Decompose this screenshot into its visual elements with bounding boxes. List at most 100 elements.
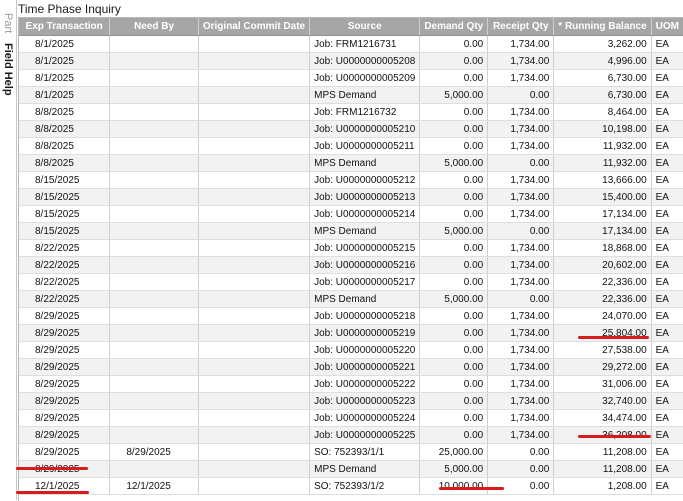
cell-exp-transaction[interactable]: 8/22/2025 [19, 239, 111, 257]
field-help-tab[interactable]: Field Help [0, 40, 16, 98]
cell-running-balance[interactable]: 17,134.00 [553, 205, 652, 223]
cell-exp-transaction[interactable]: 8/15/2025 [19, 188, 111, 206]
cell-receipt-qty[interactable]: 1,734.00 [487, 358, 555, 376]
cell-running-balance[interactable]: 4,996.00 [553, 52, 652, 70]
cell-uom[interactable]: EA [651, 69, 683, 87]
cell-uom[interactable]: EA [651, 222, 683, 240]
cell-original-commit-date[interactable] [198, 52, 311, 70]
cell-source[interactable]: Job: U0000000005223 [309, 392, 421, 410]
cell-original-commit-date[interactable] [198, 256, 311, 274]
cell-exp-transaction[interactable]: 8/8/2025 [19, 103, 111, 121]
cell-source[interactable]: Job: U0000000005220 [309, 341, 421, 359]
cell-running-balance[interactable]: 17,134.00 [553, 222, 652, 240]
cell-uom[interactable]: EA [651, 205, 683, 223]
cell-demand-qty[interactable]: 0.00 [419, 171, 489, 189]
cell-demand-qty[interactable]: 0.00 [419, 392, 489, 410]
cell-exp-transaction[interactable]: 8/29/2025 [19, 443, 111, 461]
table-row[interactable]: 8/8/2025 MPS Demand 5,000.00 0.00 11,932.00 E… [19, 154, 683, 172]
table-row[interactable]: 8/22/2025 MPS Demand 5,000.00 0.00 22,336.00… [19, 290, 683, 308]
cell-uom[interactable]: EA [651, 375, 683, 393]
part-tab[interactable]: Part [0, 8, 16, 38]
cell-need-by[interactable] [109, 324, 199, 342]
cell-demand-qty[interactable]: 0.00 [419, 324, 489, 342]
cell-demand-qty[interactable]: 0.00 [419, 188, 489, 206]
cell-source[interactable]: MPS Demand [309, 460, 421, 478]
cell-source[interactable]: Job: FRM1216731 [309, 35, 421, 53]
cell-running-balance[interactable]: 29,272.00 [553, 358, 652, 376]
cell-original-commit-date[interactable] [198, 392, 311, 410]
cell-demand-qty[interactable]: 5,000.00 [419, 290, 489, 308]
table-row[interactable]: 8/29/2025 Job: U0000000005218 0.00 1,734.00… [19, 307, 683, 325]
cell-running-balance[interactable]: 27,538.00 [553, 341, 652, 359]
cell-exp-transaction[interactable]: 8/8/2025 [19, 154, 111, 172]
cell-running-balance[interactable]: 11,208.00 [553, 443, 652, 461]
cell-need-by[interactable] [109, 86, 199, 104]
cell-receipt-qty[interactable]: 1,734.00 [487, 239, 555, 257]
cell-need-by[interactable] [109, 188, 199, 206]
cell-original-commit-date[interactable] [198, 171, 311, 189]
cell-receipt-qty[interactable]: 1,734.00 [487, 188, 555, 206]
cell-uom[interactable]: EA [651, 35, 683, 53]
cell-need-by[interactable] [109, 426, 199, 444]
cell-source[interactable]: Job: U0000000005210 [309, 120, 421, 138]
cell-receipt-qty[interactable]: 1,734.00 [487, 324, 555, 342]
cell-uom[interactable]: EA [651, 103, 683, 121]
cell-running-balance[interactable]: 11,932.00 [553, 154, 652, 172]
cell-uom[interactable]: EA [651, 341, 683, 359]
cell-demand-qty[interactable]: 10,000.00 [419, 477, 489, 495]
cell-demand-qty[interactable]: 5,000.00 [419, 154, 489, 172]
cell-demand-qty[interactable]: 0.00 [419, 35, 489, 53]
cell-running-balance[interactable]: 11,932.00 [553, 137, 652, 155]
cell-exp-transaction[interactable]: 8/29/2025 [19, 307, 111, 325]
table-row[interactable]: 8/15/2025 Job: U0000000005212 0.00 1,734.00… [19, 171, 683, 189]
col-original-commit-date[interactable]: Original Commit Date [198, 18, 311, 36]
table-row[interactable]: 8/8/2025 Job: U0000000005211 0.00 1,734.00 1… [19, 137, 683, 155]
cell-receipt-qty[interactable]: 0.00 [487, 290, 555, 308]
cell-need-by[interactable] [109, 69, 199, 87]
cell-need-by[interactable]: 8/29/2025 [109, 443, 199, 461]
table-row[interactable]: 8/22/2025 Job: U0000000005215 0.00 1,734.00… [19, 239, 683, 257]
cell-original-commit-date[interactable] [198, 460, 311, 478]
cell-original-commit-date[interactable] [198, 477, 311, 495]
cell-demand-qty[interactable]: 0.00 [419, 256, 489, 274]
cell-demand-qty[interactable]: 0.00 [419, 69, 489, 87]
cell-uom[interactable]: EA [651, 256, 683, 274]
cell-running-balance[interactable]: 11,208.00 [553, 460, 652, 478]
cell-original-commit-date[interactable] [198, 69, 311, 87]
cell-original-commit-date[interactable] [198, 86, 311, 104]
cell-running-balance[interactable]: 13,666.00 [553, 171, 652, 189]
table-row[interactable]: 8/15/2025 Job: U0000000005213 0.00 1,734.00… [19, 188, 683, 206]
cell-demand-qty[interactable]: 0.00 [419, 137, 489, 155]
table-row[interactable]: 8/1/2025 MPS Demand 5,000.00 0.00 6,730.00 EA [19, 86, 683, 104]
cell-exp-transaction[interactable]: 8/29/2025 [19, 392, 111, 410]
cell-uom[interactable]: EA [651, 409, 683, 427]
col-running-balance[interactable]: * Running Balance [553, 18, 652, 36]
cell-uom[interactable]: EA [651, 443, 683, 461]
cell-exp-transaction[interactable]: 8/22/2025 [19, 290, 111, 308]
cell-source[interactable]: Job: U0000000005225 [309, 426, 421, 444]
cell-demand-qty[interactable]: 0.00 [419, 358, 489, 376]
cell-receipt-qty[interactable]: 0.00 [487, 477, 555, 495]
cell-receipt-qty[interactable]: 0.00 [487, 443, 555, 461]
cell-exp-transaction[interactable]: 8/8/2025 [19, 120, 111, 138]
cell-uom[interactable]: EA [651, 188, 683, 206]
cell-uom[interactable]: EA [651, 154, 683, 172]
cell-original-commit-date[interactable] [198, 188, 311, 206]
cell-uom[interactable]: EA [651, 52, 683, 70]
col-need-by[interactable]: Need By [109, 18, 199, 36]
cell-uom[interactable]: EA [651, 239, 683, 257]
table-row[interactable]: 8/22/2025 Job: U0000000005216 0.00 1,734.00… [19, 256, 683, 274]
cell-source[interactable]: Job: U0000000005214 [309, 205, 421, 223]
cell-need-by[interactable] [109, 103, 199, 121]
cell-running-balance[interactable]: 3,262.00 [553, 35, 652, 53]
cell-original-commit-date[interactable] [198, 341, 311, 359]
cell-uom[interactable]: EA [651, 426, 683, 444]
table-row[interactable]: 8/1/2025 Job: U0000000005208 0.00 1,734.00 4… [19, 52, 683, 70]
cell-receipt-qty[interactable]: 0.00 [487, 222, 555, 240]
cell-source[interactable]: MPS Demand [309, 222, 421, 240]
cell-receipt-qty[interactable]: 1,734.00 [487, 69, 555, 87]
cell-source[interactable]: Job: U0000000005217 [309, 273, 421, 291]
cell-uom[interactable]: EA [651, 120, 683, 138]
cell-demand-qty[interactable]: 25,000.00 [419, 443, 489, 461]
table-row[interactable]: 8/8/2025 Job: FRM1216732 0.00 1,734.00 8,464… [19, 103, 683, 121]
